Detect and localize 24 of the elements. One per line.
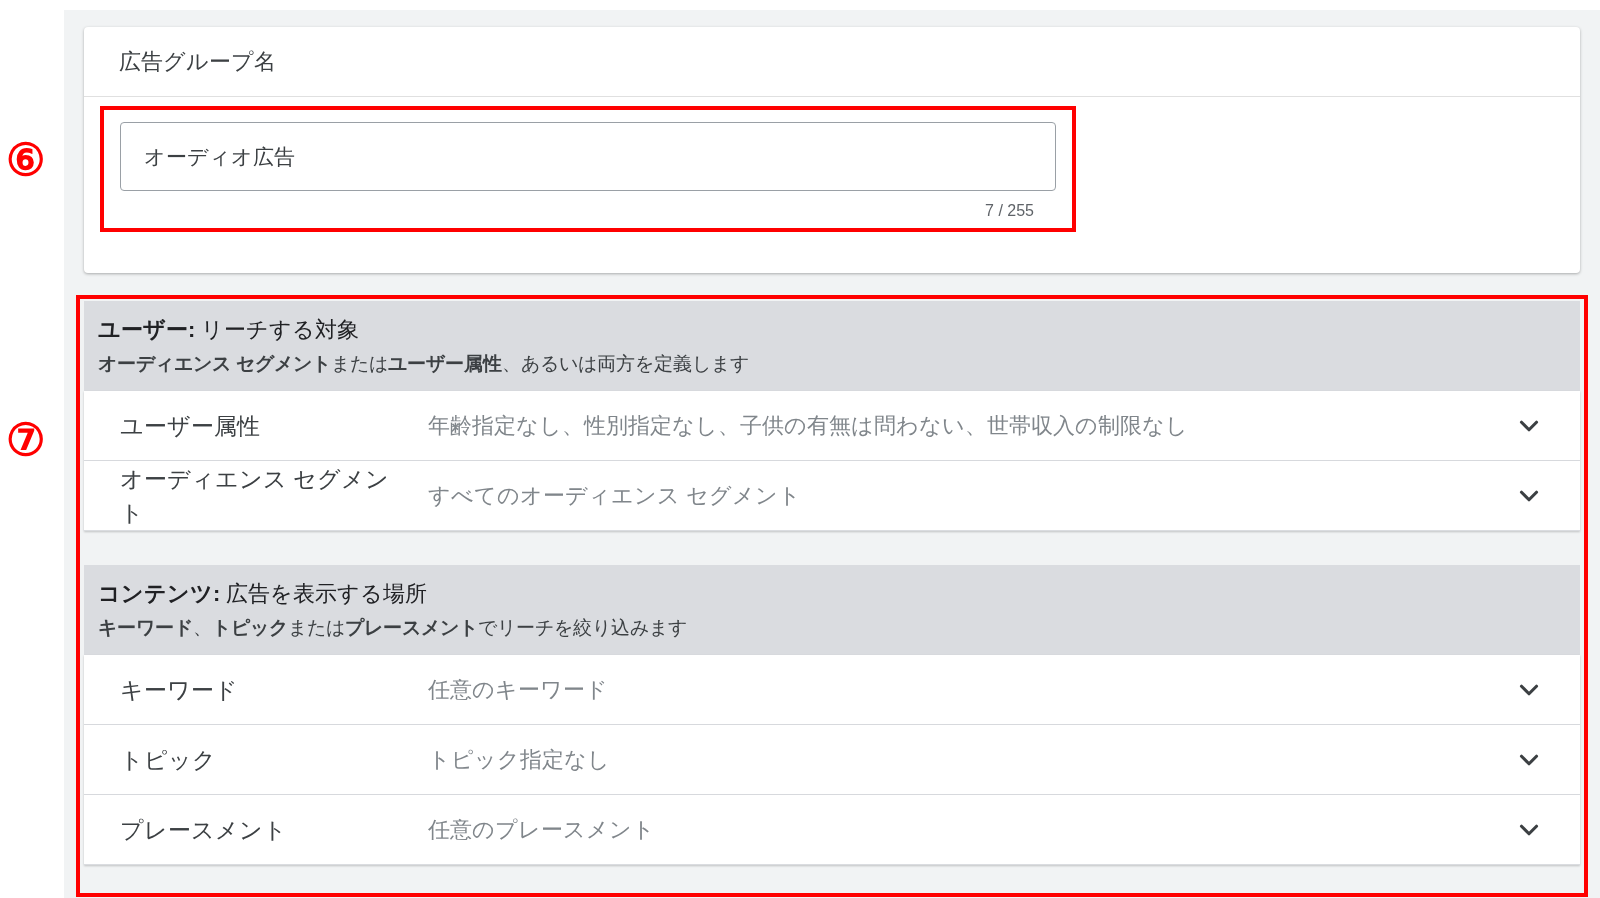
row-label: キーワード <box>120 675 239 705</box>
character-counter: 7 / 255 <box>985 201 1034 221</box>
section-title: 広告グループ名 <box>119 48 276 76</box>
section-description: キーワード、トピックまたはプレースメントでリーチを絞り込みます <box>98 616 688 641</box>
row-value: すべてのオーディエンス セグメント <box>428 482 803 510</box>
row-label: オーディエンス セグメント <box>120 464 391 528</box>
targeting-row[interactable]: トピック トピック指定なし <box>84 725 1580 795</box>
section-title: コンテンツ: 広告を表示する場所 <box>98 580 429 609</box>
annotation-number: ⑥ <box>6 138 45 182</box>
annotation-number: ⑦ <box>6 418 45 462</box>
row-value: 年齢指定なし、性別指定なし、子供の有無は問わない、世帯収入の制限なし <box>428 412 1189 440</box>
row-value: トピック指定なし <box>428 746 611 774</box>
section-title: ユーザー: リーチする対象 <box>98 316 361 345</box>
targeting-row[interactable]: プレースメント 任意のプレースメント <box>84 795 1580 865</box>
targeting-row[interactable]: ユーザー属性 年齢指定なし、性別指定なし、子供の有無は問わない、世帯収入の制限なし <box>84 391 1580 461</box>
row-label: プレースメント <box>120 815 288 845</box>
row-label: トピック <box>120 745 217 775</box>
row-value: 任意のプレースメント <box>428 816 656 844</box>
section-description: オーディエンス セグメントまたはユーザー属性、あるいは両方を定義します <box>98 352 751 377</box>
targeting-row[interactable]: オーディエンス セグメント すべてのオーディエンス セグメント <box>84 461 1580 531</box>
row-label: ユーザー属性 <box>120 411 261 441</box>
row-value: 任意のキーワード <box>428 676 609 704</box>
targeting-row[interactable]: キーワード 任意のキーワード <box>84 655 1580 725</box>
input-field[interactable]: オーディオ広告 <box>120 122 1056 191</box>
